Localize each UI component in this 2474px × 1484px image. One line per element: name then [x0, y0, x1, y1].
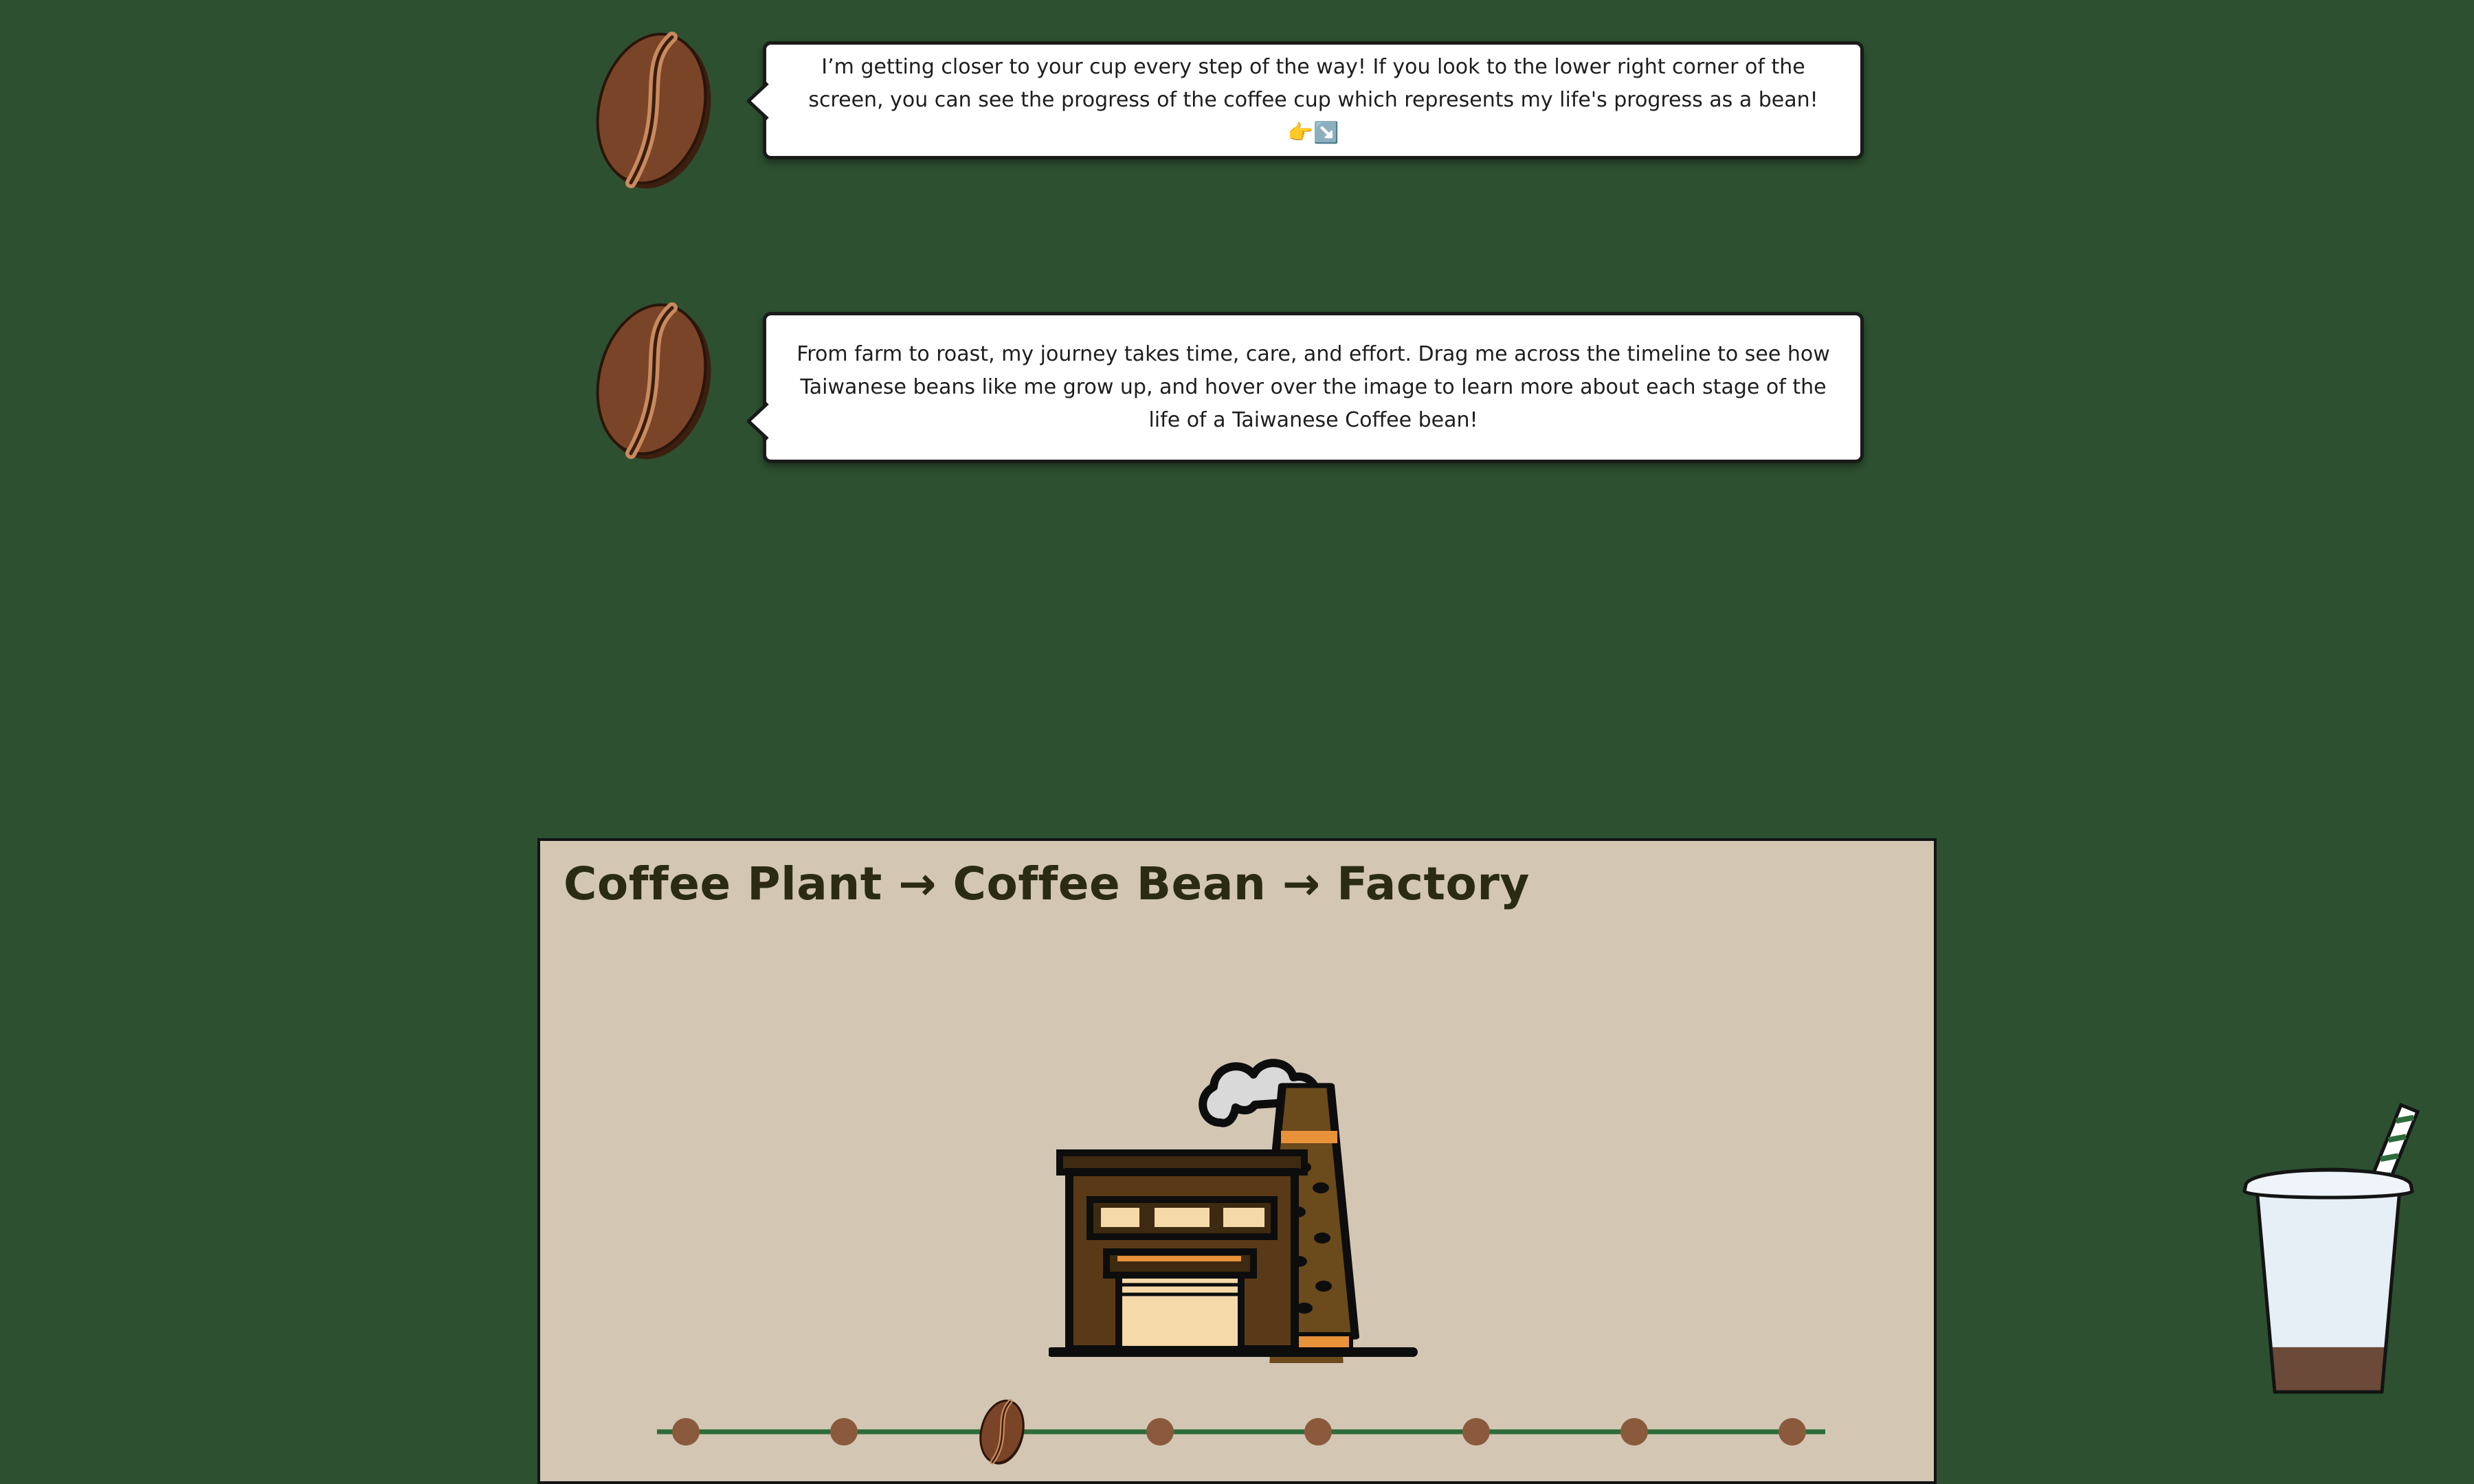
coffee-bean-handle-icon[interactable] — [974, 1396, 1031, 1469]
coffee-bean-icon — [596, 302, 711, 460]
progress-cup — [2232, 1099, 2425, 1408]
timeline-stop[interactable] — [672, 1418, 700, 1446]
timeline-stop[interactable] — [830, 1418, 858, 1446]
timeline-stop[interactable] — [1779, 1418, 1806, 1446]
coffee-bean-icon — [596, 32, 711, 189]
speech-bubble-text: I’m getting closer to your cup every ste… — [808, 55, 1818, 145]
timeline-slider[interactable] — [657, 1391, 1825, 1473]
bean-avatar — [595, 27, 712, 192]
bubble-tail — [747, 402, 769, 440]
bean-avatar — [595, 298, 712, 463]
cup-coffee-fill — [2257, 1347, 2400, 1392]
factory-icon — [1047, 1059, 1418, 1484]
timeline-stop[interactable] — [1146, 1418, 1174, 1446]
bubble-tail — [747, 82, 769, 120]
timeline-stop[interactable] — [1462, 1418, 1490, 1446]
stage-image[interactable] — [1047, 1020, 1420, 1484]
iced-coffee-cup-icon — [2242, 1103, 2420, 1394]
stage-title: Coffee Plant → Coffee Bean → Factory — [564, 857, 1530, 910]
speech-bubble-text: From farm to roast, my journey takes tim… — [796, 342, 1830, 432]
stage-card: Coffee Plant → Coffee Bean → Factory — [537, 838, 1937, 1484]
timeline-stop[interactable] — [1620, 1418, 1648, 1446]
timeline-stop[interactable] — [1304, 1418, 1332, 1446]
speech-bubble: I’m getting closer to your cup every ste… — [747, 41, 1864, 159]
speech-bubble: From farm to roast, my journey takes tim… — [747, 312, 1864, 463]
